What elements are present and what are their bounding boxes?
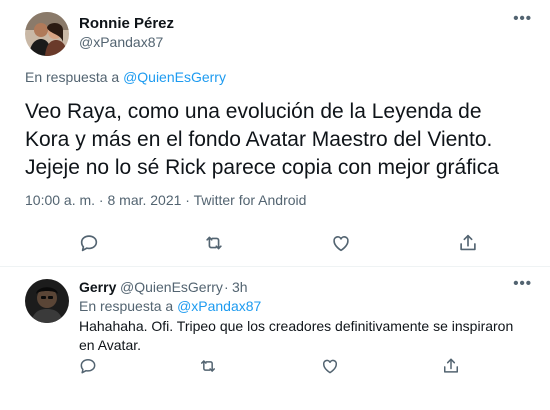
avatar[interactable] <box>25 279 69 323</box>
reply-to-link[interactable]: @QuienEsGerry <box>123 69 226 85</box>
more-options-icon[interactable]: ••• <box>513 275 532 292</box>
reply-tweet-actions <box>0 356 550 380</box>
tweet-text: Veo Raya, como una evolución de la Leyen… <box>25 100 499 179</box>
tweet-time[interactable]: 3h <box>232 279 248 295</box>
reply-icon[interactable] <box>78 356 100 378</box>
share-icon[interactable] <box>457 232 479 254</box>
tweet-actions <box>0 232 550 256</box>
author-handle[interactable]: @QuienEsGerry <box>120 279 223 295</box>
retweet-icon[interactable] <box>203 232 225 254</box>
more-options-icon[interactable]: ••• <box>513 10 532 27</box>
author-name[interactable]: Gerry <box>79 279 116 295</box>
reply-context: En respuesta a @xPandax87 <box>79 298 261 314</box>
reply-tweet[interactable]: Gerry @QuienEsGerry · 3h ••• En respuest… <box>0 267 550 410</box>
reply-context: En respuesta a @QuienEsGerry <box>25 69 226 85</box>
author-name[interactable]: Ronnie Pérez <box>79 15 174 32</box>
reply-icon[interactable] <box>78 232 100 254</box>
tweet-timestamp[interactable]: 10:00 a. m. · 8 mar. 2021 · Twitter for … <box>25 192 306 208</box>
author-handle[interactable]: @xPandax87 <box>79 34 163 50</box>
like-icon[interactable] <box>320 356 342 378</box>
separator: · <box>224 279 229 295</box>
tweet-text: Hahahaha. Ofi. Tripeo que los creadores … <box>79 318 514 353</box>
like-icon[interactable] <box>330 232 352 254</box>
reply-context-label: En respuesta a <box>25 69 124 85</box>
avatar[interactable] <box>25 12 69 56</box>
main-tweet: Ronnie Pérez @xPandax87 ••• En respuesta… <box>0 0 550 267</box>
reply-context-label: En respuesta a <box>79 298 178 314</box>
reply-to-link[interactable]: @xPandax87 <box>177 298 261 314</box>
share-icon[interactable] <box>441 356 463 378</box>
retweet-icon[interactable] <box>198 356 220 378</box>
